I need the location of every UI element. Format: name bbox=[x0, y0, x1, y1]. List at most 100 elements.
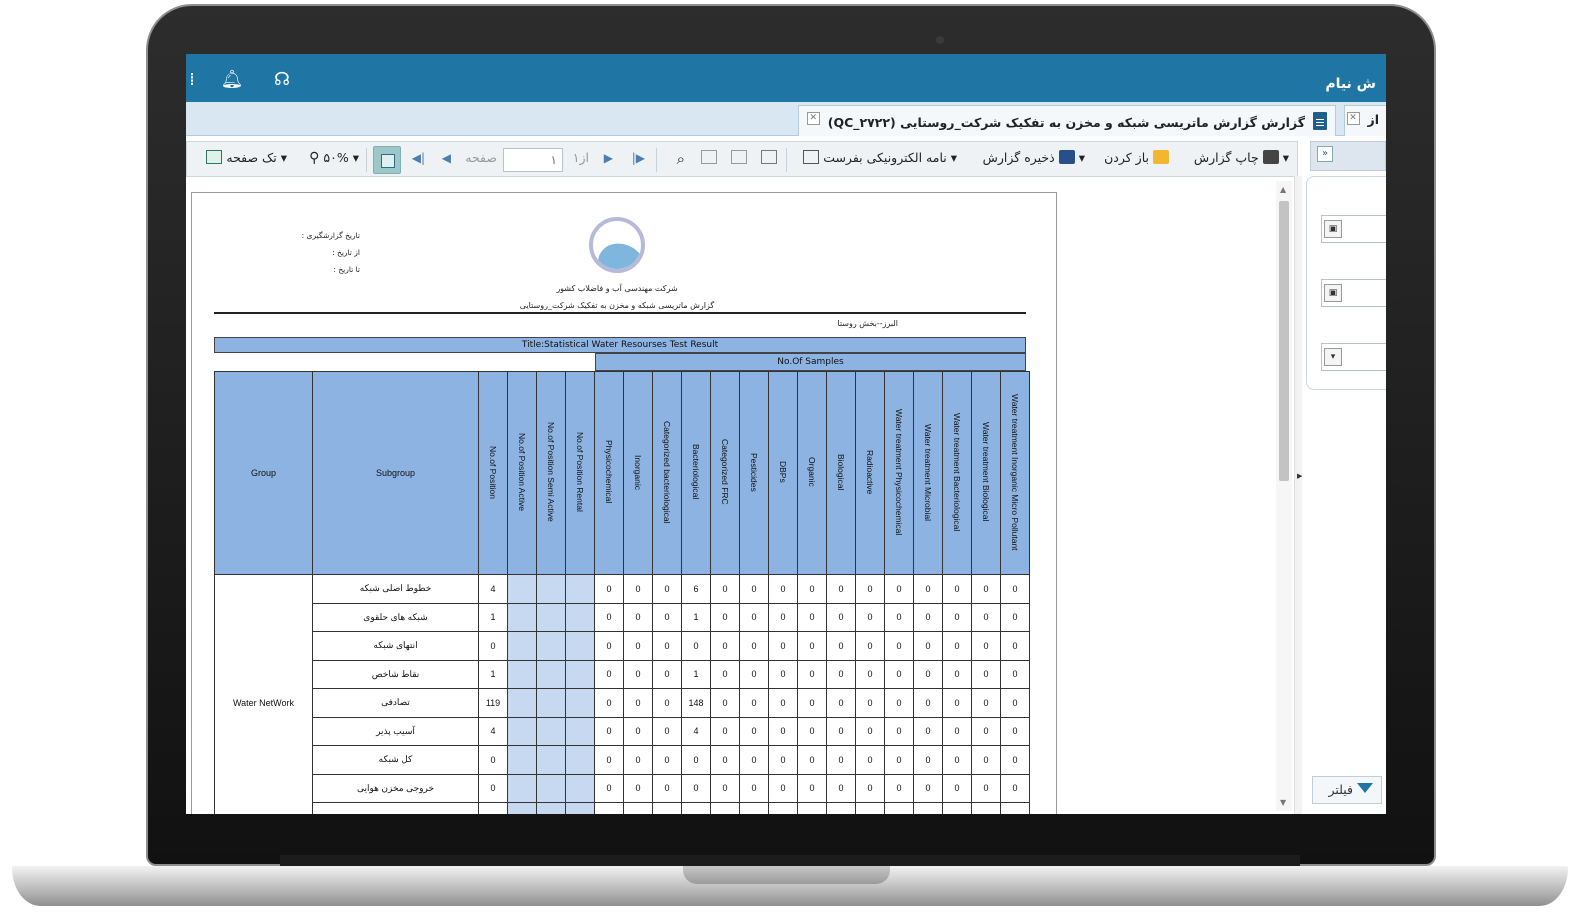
first-page-icon[interactable]: |◀ bbox=[412, 151, 425, 165]
sample-count-cell: 0 bbox=[739, 688, 769, 718]
sample-count-cell: 0 bbox=[652, 602, 682, 632]
sample-count-cell: 0 bbox=[1000, 688, 1030, 718]
panel-collapse-bar: » bbox=[1310, 141, 1386, 171]
date-field[interactable]: ▣ bbox=[1321, 279, 1386, 307]
panel-splitter[interactable]: ▶ bbox=[1294, 176, 1302, 814]
sample-count-cell: 0 bbox=[855, 602, 885, 632]
sample-count-cell bbox=[768, 802, 798, 814]
open-button[interactable]: باز کردن bbox=[1104, 150, 1169, 165]
calendar-icon[interactable]: ▣ bbox=[1324, 220, 1342, 238]
column-header: Water treatment Physicochemical bbox=[884, 371, 914, 575]
sample-count-cell: 0 bbox=[739, 745, 769, 775]
sample-count-cell: 0 bbox=[971, 745, 1001, 775]
sample-count-cell: 0 bbox=[971, 688, 1001, 718]
page-mode-dropdown[interactable]: ▾ تک صفحه bbox=[202, 150, 287, 165]
sample-count-cell bbox=[1000, 802, 1030, 814]
folder-icon bbox=[1153, 150, 1169, 164]
sample-count-cell: 4 bbox=[681, 716, 711, 746]
company-header: شرکت مهندسی آب و فاضلاب کشور گزارش ماتری… bbox=[492, 280, 742, 314]
print-report-button[interactable]: ▾ چاپ گزارش bbox=[1194, 150, 1289, 165]
camera-dot bbox=[936, 36, 944, 44]
sample-count-cell: 0 bbox=[913, 688, 943, 718]
region-label: البرز--بخش روستا bbox=[837, 319, 898, 328]
column-header: Bacteriological bbox=[681, 371, 711, 575]
copy-icon[interactable] bbox=[697, 150, 717, 165]
toolbar-separator bbox=[786, 148, 787, 172]
sample-count-cell: 0 bbox=[797, 745, 827, 775]
sample-count-cell bbox=[681, 802, 711, 814]
scrollbar-thumb[interactable] bbox=[1279, 201, 1289, 481]
tab-report[interactable]: گزارش گزارش ماتریسی شبکه و مخزن به تفکیک… bbox=[797, 105, 1336, 136]
close-icon[interactable]: ✕ bbox=[1346, 112, 1360, 125]
parameters-icon[interactable] bbox=[757, 150, 777, 165]
vertical-scrollbar[interactable]: ▲ ▼ bbox=[1276, 181, 1292, 811]
sample-count-cell: 0 bbox=[826, 716, 856, 746]
tab-other[interactable]: از ✕ bbox=[1344, 105, 1386, 136]
sample-count-cell: 0 bbox=[594, 602, 624, 632]
sample-count-cell: 0 bbox=[710, 716, 740, 746]
sample-count-cell: 0 bbox=[913, 659, 943, 689]
sample-count-cell bbox=[739, 802, 769, 814]
page-number-input[interactable] bbox=[503, 148, 563, 172]
column-header: Water treatment Biological bbox=[971, 371, 1001, 575]
sample-count-cell bbox=[623, 802, 653, 814]
date-field[interactable]: ▣ bbox=[1321, 215, 1386, 243]
position-cell: 0 bbox=[478, 631, 508, 661]
sample-count-cell: 0 bbox=[855, 631, 885, 661]
report-meta: تاریخ گزارشگیری : از تاریخ : تا تاریخ : bbox=[270, 227, 360, 278]
subgroup-cell: آسیب پذیر bbox=[312, 716, 479, 746]
sample-count-cell: 0 bbox=[1000, 631, 1030, 661]
last-page-icon[interactable]: ▶| bbox=[632, 151, 645, 165]
bell-icon[interactable]: 🔔︎ bbox=[220, 68, 244, 92]
subgroup-cell: نقاط شاخص bbox=[312, 659, 479, 689]
sample-count-cell: 0 bbox=[623, 745, 653, 775]
group-cell: Water NetWork bbox=[214, 574, 313, 814]
subgroup-cell: خروجی مخزن هوایی bbox=[312, 773, 479, 803]
table-row bbox=[215, 802, 1030, 814]
send-email-button[interactable]: ▾ نامه الکترونیکی بفرست bbox=[799, 150, 957, 165]
apps-icon[interactable]: ⁞ bbox=[186, 68, 204, 92]
zoom-dropdown[interactable]: ▾ ۵۰% ⚲ bbox=[309, 150, 359, 166]
double-chevron-icon[interactable]: » bbox=[1317, 146, 1333, 162]
zoom-label: ۵۰% bbox=[323, 150, 349, 165]
sample-count-cell: 0 bbox=[971, 631, 1001, 661]
chevron-down-icon: ▾ bbox=[1078, 150, 1085, 165]
clipboard-icon[interactable] bbox=[727, 150, 747, 165]
sample-count-cell: 1 bbox=[681, 659, 711, 689]
scroll-down-icon[interactable]: ▼ bbox=[1280, 798, 1286, 807]
sample-count-cell: 0 bbox=[652, 688, 682, 718]
next-page-icon[interactable]: ▶ bbox=[604, 151, 613, 165]
company-logo bbox=[589, 217, 645, 273]
select-field[interactable]: ▾ bbox=[1321, 343, 1386, 371]
sample-count-cell: 148 bbox=[681, 688, 711, 718]
sample-count-cell bbox=[826, 802, 856, 814]
scroll-up-icon[interactable]: ▲ bbox=[1280, 185, 1286, 194]
position-cell: 4 bbox=[478, 716, 508, 746]
sample-count-cell: 0 bbox=[797, 773, 827, 803]
save-report-button[interactable]: ▾ ذخیره گزارش bbox=[983, 150, 1085, 165]
empty-cell bbox=[507, 716, 537, 746]
laptop-hinge bbox=[280, 855, 1300, 866]
sample-count-cell: 0 bbox=[739, 773, 769, 803]
toolbar-separator bbox=[366, 148, 367, 172]
sample-count-cell: 0 bbox=[710, 745, 740, 775]
sample-count-cell: 0 bbox=[884, 631, 914, 661]
position-cell: 0 bbox=[478, 773, 508, 803]
sample-count-cell: 0 bbox=[797, 631, 827, 661]
close-icon[interactable]: ✕ bbox=[806, 112, 820, 125]
chevron-down-icon[interactable]: ▾ bbox=[1324, 348, 1342, 366]
find-binoculars-icon[interactable]: ⌕ bbox=[677, 150, 685, 168]
previous-page-icon[interactable]: ◀ bbox=[442, 151, 451, 165]
position-cell: 4 bbox=[478, 574, 508, 604]
sample-count-cell: 0 bbox=[768, 773, 798, 803]
empty-cell bbox=[507, 688, 537, 718]
support-headset-icon[interactable]: ☊ bbox=[270, 68, 294, 92]
meta-to-date: تا تاریخ : bbox=[333, 265, 360, 274]
empty-cell bbox=[507, 574, 537, 604]
calendar-icon[interactable]: ▣ bbox=[1324, 284, 1342, 302]
single-view-toggle[interactable] bbox=[373, 146, 401, 174]
sample-count-cell: 0 bbox=[855, 574, 885, 604]
sample-count-cell: 0 bbox=[1000, 773, 1030, 803]
filter-button[interactable]: فیلتر bbox=[1312, 776, 1382, 804]
sample-count-cell: 0 bbox=[826, 659, 856, 689]
